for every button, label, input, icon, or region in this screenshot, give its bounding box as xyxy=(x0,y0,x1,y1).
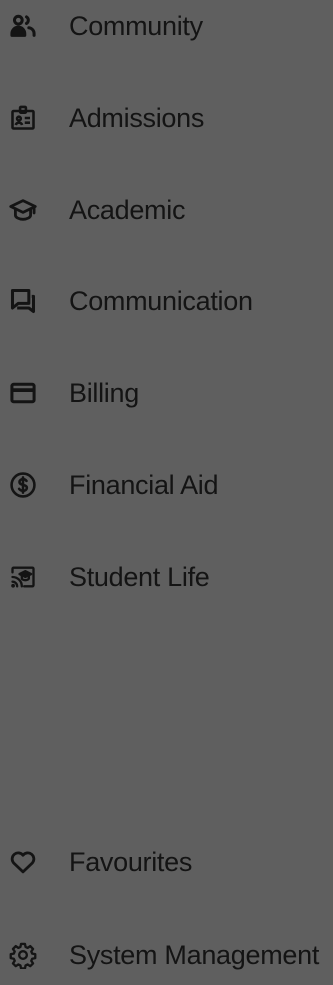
sidebar-item-label: Favourites xyxy=(69,846,193,877)
gear-icon xyxy=(8,940,38,970)
sidebar-item-system-management[interactable]: System Management xyxy=(0,925,333,985)
admissions-badge-icon xyxy=(8,103,38,133)
credit-card-icon xyxy=(8,378,38,408)
sidebar-item-label: Billing xyxy=(69,377,139,408)
sidebar-item-label: Student Life xyxy=(69,561,210,592)
sidebar-item-label: Admissions xyxy=(69,102,205,133)
sidebar-item-label: Financial Aid xyxy=(69,469,219,500)
chat-bubbles-icon xyxy=(8,286,38,316)
community-icon xyxy=(8,11,38,41)
graduation-cap-icon xyxy=(8,195,38,225)
sidebar-item-financial-aid[interactable]: Financial Aid xyxy=(0,455,333,515)
sidebar-item-label: Community xyxy=(69,10,203,41)
sidebar: Community Admissions Academic Communicat… xyxy=(0,0,333,975)
sidebar-item-admissions[interactable]: Admissions xyxy=(0,88,333,148)
sidebar-item-community[interactable]: Community xyxy=(0,0,333,56)
sidebar-item-favourites[interactable]: Favourites xyxy=(0,832,333,892)
heart-icon xyxy=(8,847,38,877)
sidebar-item-student-life[interactable]: Student Life xyxy=(0,547,333,607)
sidebar-item-billing[interactable]: Billing xyxy=(0,363,333,423)
sidebar-item-label: System Management xyxy=(69,939,320,970)
sidebar-item-label: Communication xyxy=(69,285,253,316)
sidebar-item-communication[interactable]: Communication xyxy=(0,271,333,331)
cast-graduation-icon xyxy=(8,562,38,592)
dollar-circle-icon xyxy=(8,470,38,500)
sidebar-item-label: Academic xyxy=(69,194,186,225)
sidebar-item-academic[interactable]: Academic xyxy=(0,180,333,240)
